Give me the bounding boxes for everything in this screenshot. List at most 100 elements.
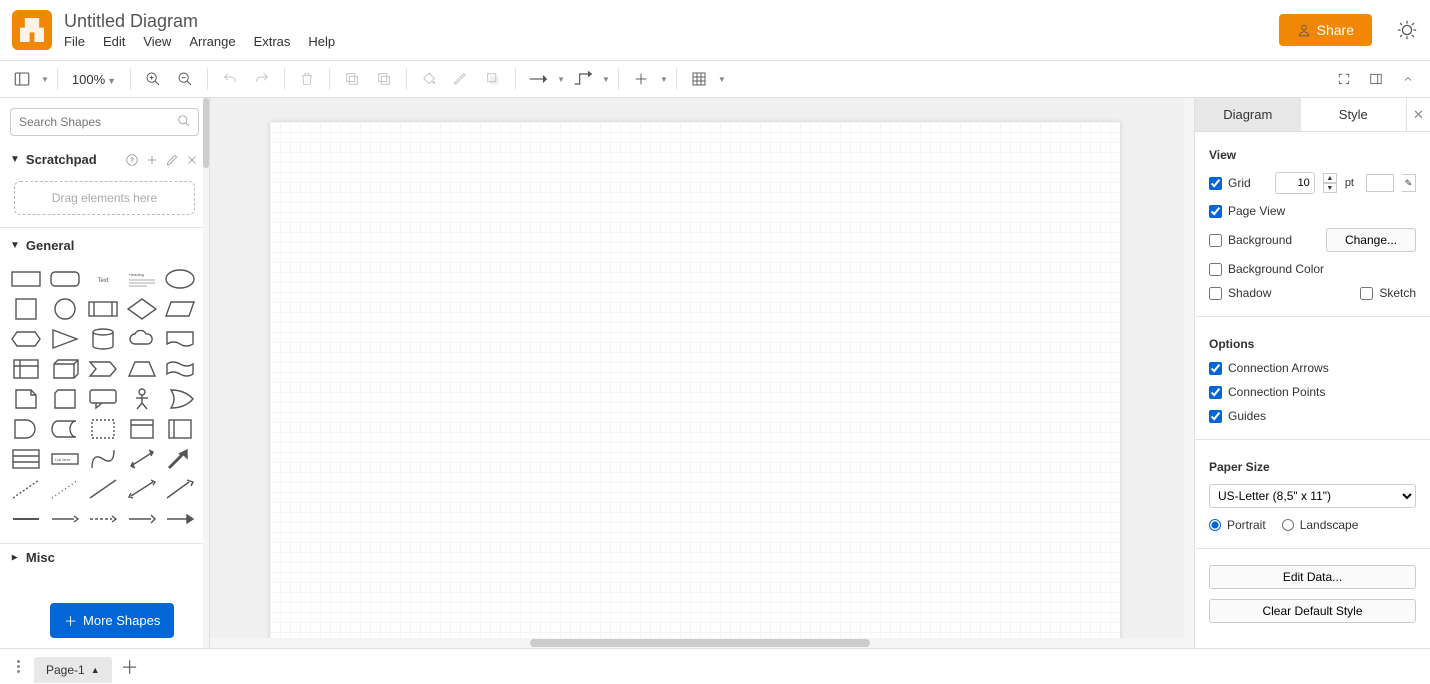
more-shapes-button[interactable]: ＋ More Shapes — [50, 603, 174, 638]
close-icon[interactable] — [185, 153, 199, 167]
shape-container[interactable] — [87, 417, 119, 441]
paper-size-select[interactable]: US-Letter (8,5" x 11") — [1209, 484, 1416, 508]
shape-text[interactable]: Text — [87, 267, 119, 291]
clear-style-button[interactable]: Clear Default Style — [1209, 599, 1416, 623]
page-tab[interactable]: Page-1 ▲ — [34, 657, 112, 683]
shape-hexagon[interactable] — [10, 327, 42, 351]
zoom-in-icon[interactable] — [139, 65, 167, 93]
menu-edit[interactable]: Edit — [103, 34, 125, 49]
help-icon[interactable]: ? — [125, 153, 139, 167]
tab-style[interactable]: Style — [1301, 98, 1407, 131]
shape-cloud[interactable] — [126, 327, 158, 351]
add-icon[interactable] — [145, 153, 159, 167]
shape-note[interactable] — [10, 387, 42, 411]
connection-icon[interactable] — [524, 65, 552, 93]
add-page-button[interactable]: ＋ — [118, 655, 142, 679]
shape-cube[interactable] — [49, 357, 81, 381]
shape-arrow[interactable] — [164, 447, 196, 471]
shape-dashed-arrow[interactable] — [87, 507, 119, 531]
shape-parallelogram[interactable] — [164, 297, 196, 321]
background-checkbox[interactable]: Background — [1209, 233, 1292, 247]
shape-filled-arrow[interactable] — [164, 507, 196, 531]
shape-thin-arrow[interactable] — [49, 507, 81, 531]
edit-icon[interactable] — [165, 153, 179, 167]
shape-square[interactable] — [10, 297, 42, 321]
shape-document[interactable] — [164, 327, 196, 351]
shape-ellipse[interactable] — [164, 267, 196, 291]
shape-list-item[interactable]: List Item — [49, 447, 81, 471]
collapse-icon[interactable] — [1394, 65, 1422, 93]
portrait-radio[interactable]: Portrait — [1209, 518, 1266, 532]
to-back-icon[interactable] — [370, 65, 398, 93]
format-panel-icon[interactable] — [1362, 65, 1390, 93]
shape-process[interactable] — [87, 297, 119, 321]
change-background-button[interactable]: Change... — [1326, 228, 1416, 252]
shape-rounded-rect[interactable] — [49, 267, 81, 291]
shape-bidir-arrow[interactable] — [126, 447, 158, 471]
step-up-icon[interactable]: ▲ — [1323, 173, 1337, 183]
page-view-checkbox[interactable]: Page View — [1209, 204, 1285, 218]
search-shapes-input[interactable] — [10, 108, 199, 136]
redo-icon[interactable] — [248, 65, 276, 93]
canvas-h-scrollbar[interactable] — [210, 638, 1194, 648]
fullscreen-icon[interactable] — [1330, 65, 1358, 93]
tab-diagram[interactable]: Diagram — [1195, 98, 1301, 131]
appearance-toggle-icon[interactable] — [1396, 19, 1418, 41]
chevron-down-icon[interactable]: ▼ — [557, 75, 565, 84]
shape-internal-storage[interactable] — [10, 357, 42, 381]
landscape-radio[interactable]: Landscape — [1282, 518, 1359, 532]
guides-checkbox[interactable]: Guides — [1209, 409, 1266, 423]
shape-diamond[interactable] — [126, 297, 158, 321]
shape-curve[interactable] — [87, 447, 119, 471]
shape-circle[interactable] — [49, 297, 81, 321]
delete-icon[interactable] — [293, 65, 321, 93]
shape-open-arrow[interactable] — [126, 507, 158, 531]
shape-dir-connector[interactable] — [164, 477, 196, 501]
shape-textbox[interactable]: Heading — [126, 267, 158, 291]
chevron-down-icon[interactable]: ▼ — [660, 75, 668, 84]
left-scrollbar[interactable] — [203, 98, 209, 648]
grid-color-swatch[interactable] — [1366, 174, 1394, 192]
pages-menu-icon[interactable] — [8, 660, 28, 673]
zoom-out-icon[interactable] — [171, 65, 199, 93]
shape-data-storage[interactable] — [49, 417, 81, 441]
chevron-down-icon[interactable]: ▼ — [718, 75, 726, 84]
general-header[interactable]: ▼ General — [0, 232, 209, 259]
undo-icon[interactable] — [216, 65, 244, 93]
menu-view[interactable]: View — [143, 34, 171, 49]
sketch-checkbox[interactable]: Sketch — [1360, 286, 1416, 300]
shape-frame-v[interactable] — [164, 417, 196, 441]
menu-file[interactable]: File — [64, 34, 85, 49]
sidebar-toggle-icon[interactable] — [8, 65, 36, 93]
conn-arrows-checkbox[interactable]: Connection Arrows — [1209, 361, 1329, 375]
shape-step[interactable] — [87, 357, 119, 381]
shape-dotted-line[interactable] — [49, 477, 81, 501]
shape-cylinder[interactable] — [87, 327, 119, 351]
menu-help[interactable]: Help — [308, 34, 335, 49]
step-down-icon[interactable]: ▼ — [1323, 183, 1337, 193]
menu-arrange[interactable]: Arrange — [189, 34, 235, 49]
shape-and[interactable] — [10, 417, 42, 441]
shape-line[interactable] — [87, 477, 119, 501]
close-panel-icon[interactable]: ✕ — [1406, 98, 1430, 131]
table-icon[interactable] — [685, 65, 713, 93]
shape-triangle[interactable] — [49, 327, 81, 351]
shape-card[interactable] — [49, 387, 81, 411]
shadow-checkbox[interactable]: Shadow — [1209, 286, 1271, 300]
shape-frame-h[interactable] — [126, 417, 158, 441]
shape-callout[interactable] — [87, 387, 119, 411]
shape-actor[interactable] — [126, 387, 158, 411]
insert-icon[interactable] — [627, 65, 655, 93]
scratchpad-header[interactable]: ▼ Scratchpad ? — [0, 146, 209, 173]
shape-or[interactable] — [164, 387, 196, 411]
menu-extras[interactable]: Extras — [254, 34, 291, 49]
shape-dashed-line[interactable] — [10, 477, 42, 501]
shadow-icon[interactable] — [479, 65, 507, 93]
grid-stepper[interactable]: ▲▼ — [1323, 173, 1337, 193]
chevron-down-icon[interactable]: ▼ — [41, 75, 49, 84]
doc-title[interactable]: Untitled Diagram — [64, 11, 1267, 32]
waypoint-icon[interactable] — [569, 65, 597, 93]
conn-points-checkbox[interactable]: Connection Points — [1209, 385, 1325, 399]
shape-trapezoid[interactable] — [126, 357, 158, 381]
grid-checkbox[interactable]: Grid — [1209, 176, 1251, 190]
